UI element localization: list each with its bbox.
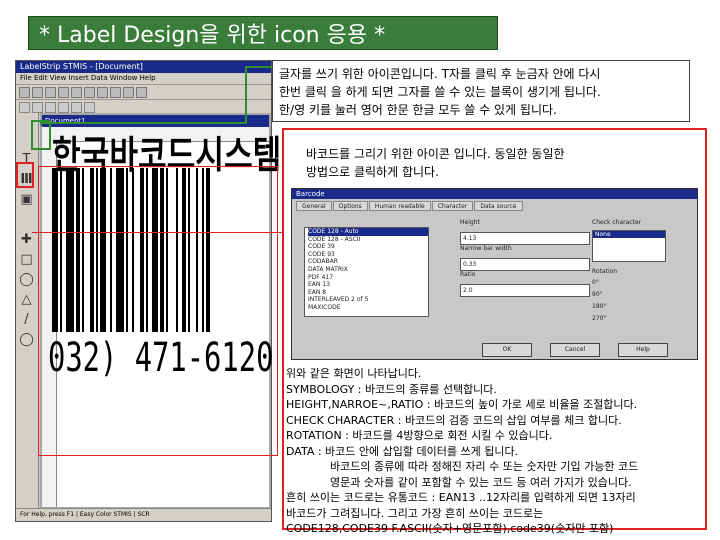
align-center-icon <box>32 101 43 113</box>
barcode-right-panel: Check character None Rotation 0° 90° 180… <box>592 219 692 323</box>
tab-human-readable[interactable]: Human readable <box>368 201 431 211</box>
explanation-line: CHECK CHARACTER : 바코드의 검증 코드의 삽입 여부를 체크 … <box>286 413 622 427</box>
check-character-option[interactable]: None <box>593 231 665 238</box>
height-label: Height <box>460 219 480 226</box>
symbology-item[interactable]: CODE 128 - Auto <box>308 228 428 236</box>
rotation-option-0[interactable]: 0° <box>592 278 692 287</box>
red-connector <box>32 232 282 233</box>
zoom-icon <box>123 86 134 98</box>
barcode-callout-line2: 방법으로 클릭하게 합니다. <box>306 165 439 179</box>
rotation-option-90[interactable]: 90° <box>592 290 692 299</box>
slide-title-bar: * Label Design을 위한 icon 응용 * <box>28 16 498 50</box>
tab-general[interactable]: General <box>296 201 332 211</box>
symbology-item[interactable]: CODE 93 <box>308 251 428 259</box>
explanation-line: CODE128,CODE39 F.ASCII(숫자+영문포함),code39(숫… <box>286 522 614 535</box>
symbology-item[interactable]: EAN 13 <box>308 281 428 289</box>
green-connector-up <box>245 66 247 124</box>
crosshair-tool-icon[interactable]: ✚ <box>18 231 35 248</box>
barcode-explanation: 위와 같은 화면이 나타납니다. SYMBOLOGY : 바코드의 종류를 선택… <box>286 366 638 537</box>
cut-icon <box>71 86 82 98</box>
app-toolbar-1 <box>16 85 271 100</box>
barcode-dialog: Barcode General Options Human readable C… <box>291 188 698 360</box>
barcode-size-fields: Height 4.13 Narrow bar width 0.33 Ratio … <box>460 219 590 297</box>
barcode-callout-line1: 바코드를 그리기 위한 아이콘 입니다. 동일한 동일한 <box>306 147 565 161</box>
text-tool-callout-line3: 한/영 키를 눌러 영어 한문 한글 모두 쓸 수 있게 됩니다. <box>279 103 557 117</box>
help-icon <box>136 86 147 98</box>
ok-button[interactable]: OK <box>482 343 532 357</box>
bold-icon <box>58 101 69 113</box>
open-icon <box>32 86 43 98</box>
explanation-line: 위와 같은 화면이 나타납니다. <box>286 367 422 380</box>
underline-icon <box>84 101 95 113</box>
green-connector-h <box>40 122 245 124</box>
line-tool-icon[interactable]: / <box>18 311 35 328</box>
check-character-label: Check character <box>592 219 642 226</box>
symbology-item[interactable]: CODABAR <box>308 258 428 266</box>
symbology-item[interactable]: DATA MATRIX <box>308 266 428 274</box>
barcode-tool-callout: 바코드를 그리기 위한 아이콘 입니다. 동일한 동일한 방법으로 클릭하게 합… <box>282 128 707 535</box>
rotation-label: Rotation <box>592 268 618 275</box>
explanation-line: 흔히 쓰이는 코드로는 유통코드 : EAN13 ..12자리를 입력하게 되면… <box>286 491 636 504</box>
symbology-item[interactable]: CODE 128 - ASCII <box>308 236 428 244</box>
green-connector-to-callout <box>245 66 272 68</box>
barcode-dialog-tabs: General Options Human readable Character… <box>296 201 523 211</box>
ellipse-tool-icon[interactable]: ◯ <box>18 271 35 288</box>
explanation-line: 바코드의 종류에 따라 정해진 자리 수 또는 숫자만 기입 가능한 코드 <box>330 460 639 473</box>
symbology-item[interactable]: MAXICODE <box>308 304 428 312</box>
text-tool-callout: 글자를 쓰기 위한 아이콘입니다. T자를 클릭 후 눈금자 안에 다시 한번 … <box>272 60 690 122</box>
triangle-tool-icon[interactable]: △ <box>18 291 35 308</box>
tab-character[interactable]: Character <box>431 201 474 211</box>
print-icon <box>58 86 69 98</box>
ratio-label: Ratio <box>460 271 476 278</box>
symbology-item[interactable]: CODE 39 <box>308 243 428 251</box>
barcode-tool-highlight <box>16 162 34 188</box>
explanation-line: 영문과 숫자를 같이 포함할 수 있는 코드 등 여러 가지가 있습니다. <box>330 475 632 489</box>
symbology-item[interactable]: INTERLEAVED 2 of 5 <box>308 296 428 304</box>
ratio-input[interactable]: 2.0 <box>460 284 590 297</box>
italic-icon <box>71 101 82 113</box>
circle-tool-icon[interactable]: ◯ <box>18 331 35 348</box>
explanation-line: ROTATION : 바코드를 4방향으로 회전 시킬 수 있습니다. <box>286 429 553 442</box>
app-menu-bar: File Edit View Insert Data Window Help <box>16 73 271 85</box>
cancel-button[interactable]: Cancel <box>550 343 600 357</box>
app-window-title: LabelStrip STMIS - [Document] <box>16 61 271 73</box>
explanation-line: HEIGHT,NARROE~,RATIO : 바코드의 높이 가로 세로 비율을… <box>286 398 638 411</box>
new-icon <box>19 86 30 98</box>
rotation-option-180[interactable]: 180° <box>592 302 692 311</box>
barcode-dialog-buttons: OK Cancel Help <box>482 343 668 357</box>
rotation-option-270[interactable]: 270° <box>592 314 692 323</box>
explanation-line: SYMBOLOGY : 바코드의 종류를 선택합니다. <box>286 382 497 396</box>
align-left-icon <box>19 101 30 113</box>
symbology-item[interactable]: EAN 8 <box>308 289 428 297</box>
symbology-list[interactable]: CODE 128 - Auto CODE 128 - ASCII CODE 39… <box>304 227 429 317</box>
align-right-icon <box>45 101 56 113</box>
height-input[interactable]: 4.13 <box>460 232 590 245</box>
slide-title: * Label Design을 위한 icon 응용 * <box>39 23 386 48</box>
barcode-callout-heading: 바코드를 그리기 위한 아이콘 입니다. 동일한 동일한 방법으로 클릭하게 합… <box>306 145 565 181</box>
text-tool-callout-line2: 한번 클릭 을 하게 되면 그자를 쓸 수 있는 블록이 생기게 됩니다. <box>279 85 601 99</box>
text-tool-callout-line1: 글자를 쓰기 위한 아이콘입니다. T자를 클릭 후 눈금자 안에 다시 <box>279 67 601 81</box>
undo-icon <box>110 86 121 98</box>
paste-icon <box>97 86 108 98</box>
barcode-area-highlight <box>38 166 278 456</box>
narrow-label: Narrow bar width <box>460 245 512 252</box>
narrow-bar-input[interactable]: 0.33 <box>460 258 590 271</box>
rectangle-tool-icon[interactable]: □ <box>18 251 35 268</box>
tab-data-source[interactable]: Data source <box>474 201 523 211</box>
tab-options[interactable]: Options <box>332 201 368 211</box>
image-tool-icon[interactable]: ▣ <box>18 191 35 208</box>
copy-icon <box>84 86 95 98</box>
explanation-line: 바코드가 그려집니다. 그리고 가장 흔히 쓰이는 코드로는 <box>286 506 544 520</box>
save-icon <box>45 86 56 98</box>
check-character-list[interactable]: None <box>592 230 666 262</box>
help-button[interactable]: Help <box>618 343 668 357</box>
symbology-item[interactable]: PDF 417 <box>308 274 428 282</box>
explanation-line: DATA : 바코드 안에 삽입할 데이터를 쓰게 됩니다. <box>286 444 519 458</box>
app-status-bar: For Help, press F1 | Easy Color STMIS | … <box>16 508 271 521</box>
barcode-dialog-title: Barcode <box>292 189 697 199</box>
